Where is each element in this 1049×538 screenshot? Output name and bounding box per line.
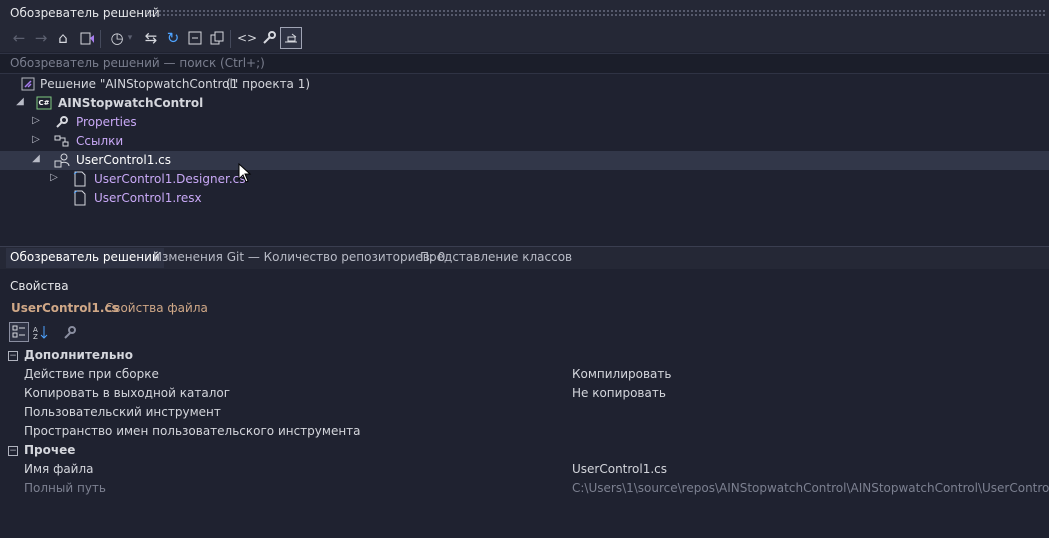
tree-item-project[interactable]: ◢ C# AINStopwatchControl xyxy=(0,94,1049,113)
forward-arrow-icon[interactable]: → xyxy=(30,27,52,49)
tree-item-properties[interactable]: ▷ Properties xyxy=(0,113,1049,132)
expanded-arrow-icon[interactable]: ◢ xyxy=(30,153,42,164)
property-value[interactable]: UserControl1.cs xyxy=(572,462,667,476)
collapsed-arrow-icon[interactable]: ▷ xyxy=(30,115,42,126)
svg-text:Z: Z xyxy=(33,333,38,340)
collapse-all-icon[interactable] xyxy=(184,27,206,49)
property-row[interactable]: Копировать в выходной каталог Не копиров… xyxy=(0,385,1049,404)
panel-title: Обозреватель решений xyxy=(10,6,160,20)
tree-item-usercontrol[interactable]: ◢ UserControl1.cs xyxy=(0,151,1049,170)
mouse-cursor-icon xyxy=(238,162,252,186)
properties-file-name: UserControl1.cs xyxy=(11,301,119,315)
alphabetical-sort-icon[interactable]: AZ xyxy=(31,322,51,342)
property-name: Пользовательский инструмент xyxy=(24,405,221,419)
panel-title-bar: Обозреватель решений xyxy=(0,0,1049,26)
property-value[interactable]: C:\Users\1\source\repos\AINStopwatchCont… xyxy=(572,481,1049,495)
tree-item-designer[interactable]: ▷ UserControl1.Designer.cs xyxy=(0,170,1049,189)
solution-label: Решение "AINStopwatchControl" xyxy=(40,77,239,91)
properties-label: Properties xyxy=(76,115,137,129)
expanded-arrow-icon[interactable]: ◢ xyxy=(14,96,26,107)
switch-views-icon[interactable] xyxy=(76,27,98,49)
project-label: AINStopwatchControl xyxy=(58,96,204,110)
designer-label: UserControl1.Designer.cs xyxy=(94,172,246,186)
tab-class-view[interactable]: Представление классов xyxy=(416,250,576,268)
preview-icon[interactable] xyxy=(280,27,302,49)
property-name: Копировать в выходной каталог xyxy=(24,386,231,400)
cs-file-icon xyxy=(72,171,88,187)
home-icon[interactable]: ⌂ xyxy=(52,27,74,49)
category-misc[interactable]: − Прочее xyxy=(0,442,1049,461)
property-pages-icon[interactable] xyxy=(60,322,80,342)
property-name: Полный путь xyxy=(24,481,106,495)
property-name: Пространство имен пользовательского инст… xyxy=(24,424,361,438)
csharp-project-icon: C# xyxy=(36,96,52,110)
properties-file-desc: Свойства файла xyxy=(105,301,208,315)
property-name: Имя файла xyxy=(24,462,94,476)
properties-title: Свойства xyxy=(10,279,69,293)
panel-tabs: Обозреватель решений Изменения Git — Кол… xyxy=(0,246,1049,269)
refresh-icon[interactable]: ↻ xyxy=(162,27,184,49)
wrench-icon xyxy=(54,114,70,130)
toolbar: ← → ⌂ ◷ ▾ ⇆ ↻ <> xyxy=(0,26,1049,52)
collapsed-arrow-icon[interactable]: ▷ xyxy=(48,172,60,183)
property-value[interactable]: Не копировать xyxy=(572,386,666,400)
tab-git-changes[interactable]: Изменения Git — Количество репозиториев:… xyxy=(149,250,449,268)
usercontrol-label: UserControl1.cs xyxy=(76,153,172,167)
references-label: Ссылки xyxy=(76,134,124,148)
property-value[interactable]: Компилировать xyxy=(572,367,671,381)
solution-icon xyxy=(20,76,36,92)
search-input[interactable]: Обозреватель решений — поиск (Ctrl+;) xyxy=(0,53,1049,74)
drag-grip[interactable] xyxy=(146,9,1045,17)
property-row[interactable]: Имя файла UserControl1.cs xyxy=(0,461,1049,480)
solution-project-count: (1 проекта 1) xyxy=(226,77,311,91)
property-row[interactable]: Пространство имен пользовательского инст… xyxy=(0,423,1049,442)
collapse-box-icon[interactable]: − xyxy=(8,446,18,456)
property-name: Действие при сборке xyxy=(24,367,159,381)
collapsed-arrow-icon[interactable]: ▷ xyxy=(30,134,42,145)
category-label: Дополнительно xyxy=(24,348,133,362)
collapse-box-icon[interactable]: − xyxy=(8,351,18,361)
properties-header: Свойства xyxy=(0,277,1049,295)
search-placeholder: Обозреватель решений — поиск (Ctrl+;) xyxy=(10,56,265,70)
sync-icon[interactable]: ⇆ xyxy=(140,27,162,49)
dropdown-arrow-icon[interactable]: ▾ xyxy=(124,27,136,49)
copy-icon[interactable] xyxy=(206,27,228,49)
resx-label: UserControl1.resx xyxy=(94,191,202,205)
resx-file-icon xyxy=(72,190,88,206)
categorized-view-icon[interactable] xyxy=(9,322,29,342)
property-row[interactable]: Полный путь C:\Users\1\source\repos\AINS… xyxy=(0,480,1049,499)
property-row[interactable]: Пользовательский инструмент xyxy=(0,404,1049,423)
property-row[interactable]: Действие при сборке Компилировать xyxy=(0,366,1049,385)
tree-item-resx[interactable]: UserControl1.resx xyxy=(0,189,1049,208)
code-view-icon[interactable]: <> xyxy=(236,27,258,49)
category-label: Прочее xyxy=(24,443,76,457)
category-advanced[interactable]: − Дополнительно xyxy=(0,347,1049,366)
wrench-icon[interactable] xyxy=(258,27,280,49)
tree-item-solution[interactable]: Решение "AINStopwatchControl" (1 проекта… xyxy=(0,75,1049,94)
user-control-icon xyxy=(54,152,70,168)
tree-item-references[interactable]: ▷ Ссылки xyxy=(0,132,1049,151)
back-arrow-icon[interactable]: ← xyxy=(8,27,30,49)
references-icon xyxy=(54,133,70,149)
tab-solution-explorer[interactable]: Обозреватель решений xyxy=(6,248,164,268)
